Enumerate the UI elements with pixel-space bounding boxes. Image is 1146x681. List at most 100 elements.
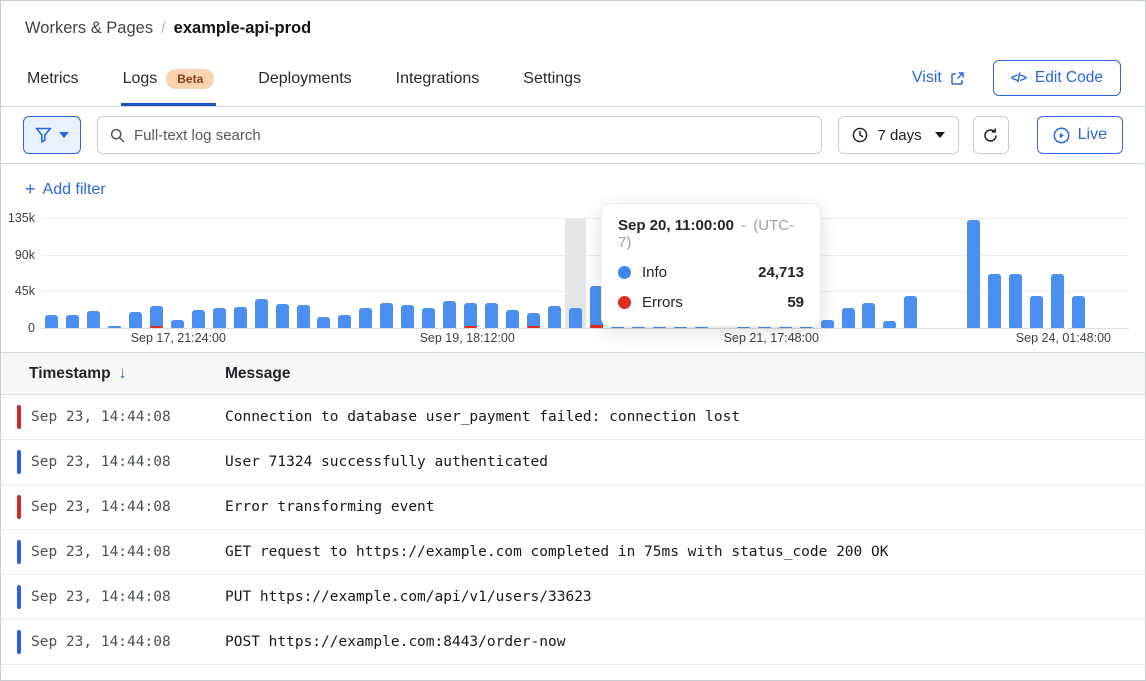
log-table-header: Timestamp ↓ Message <box>1 353 1145 395</box>
chart-bar[interactable] <box>401 305 414 328</box>
y-axis-tick-label: 0 <box>1 321 35 335</box>
chart-bar[interactable] <box>464 303 477 328</box>
live-button[interactable]: Live <box>1037 116 1123 154</box>
chart-bar[interactable] <box>883 321 896 328</box>
visit-link[interactable]: Visit <box>912 69 965 87</box>
chart-bar[interactable] <box>317 317 330 328</box>
chart-bar[interactable] <box>171 320 184 328</box>
log-row[interactable]: Sep 23, 14:44:08User 71324 successfully … <box>1 440 1145 485</box>
log-timestamp: Sep 23, 14:44:08 <box>21 409 225 425</box>
chart-bar[interactable] <box>485 303 498 328</box>
log-row[interactable]: Sep 23, 14:44:08GET request to https://e… <box>1 530 1145 575</box>
chart-bar[interactable] <box>234 307 247 328</box>
log-message: User 71324 successfully authenticated <box>225 454 548 470</box>
chart-bar[interactable] <box>506 310 519 328</box>
chart-bar[interactable] <box>87 311 100 328</box>
log-message: POST https://example.com:8443/order-now <box>225 634 565 650</box>
chart-bar[interactable] <box>108 326 121 328</box>
chart-bar[interactable] <box>569 308 582 328</box>
chart-bar-error-segment <box>464 326 477 328</box>
log-timestamp: Sep 23, 14:44:08 <box>21 454 225 470</box>
chart-bar[interactable] <box>1072 296 1085 328</box>
x-axis-tick-label: Sep 24, 01:48:00 <box>1016 331 1111 345</box>
add-filter-button[interactable]: + Add filter <box>25 179 106 200</box>
log-volume-chart: Sep 17, 21:24:00Sep 19, 18:12:00Sep 21, … <box>1 210 1145 352</box>
chart-bar[interactable] <box>66 315 79 328</box>
chart-bar[interactable] <box>213 308 226 328</box>
chart-y-axis <box>1 218 35 328</box>
chart-bar[interactable] <box>276 304 289 328</box>
breadcrumb: Workers & Pages / example-api-prod <box>25 19 1121 38</box>
chart-bar[interactable] <box>1051 274 1064 328</box>
tooltip-title: Sep 20, 11:00:00 - (UTC-7) <box>618 217 804 251</box>
info-dot-icon <box>618 266 631 279</box>
log-search-box <box>97 116 822 154</box>
chart-bar[interactable] <box>821 320 834 328</box>
log-timestamp: Sep 23, 14:44:08 <box>21 544 225 560</box>
column-header-timestamp[interactable]: Timestamp ↓ <box>1 365 225 383</box>
chart-bar[interactable] <box>548 306 561 328</box>
log-row[interactable]: Sep 23, 14:44:08Error transforming event <box>1 485 1145 530</box>
filter-funnel-icon <box>35 127 52 143</box>
search-icon <box>110 128 125 143</box>
tooltip-row-errors: Errors 59 <box>618 294 804 311</box>
log-table: Timestamp ↓ Message Sep 23, 14:44:08Conn… <box>1 352 1145 665</box>
chart-bar[interactable] <box>338 315 351 328</box>
refresh-icon <box>982 127 999 144</box>
log-timestamp: Sep 23, 14:44:08 <box>21 634 225 650</box>
log-message: PUT https://example.com/api/v1/users/336… <box>225 589 592 605</box>
edit-code-button[interactable]: </> Edit Code <box>993 60 1121 96</box>
log-message: GET request to https://example.com compl… <box>225 544 888 560</box>
log-row[interactable]: Sep 23, 14:44:08PUT https://example.com/… <box>1 575 1145 620</box>
tab-integrations[interactable]: Integrations <box>394 65 482 106</box>
refresh-button[interactable] <box>973 116 1009 154</box>
time-range-value: 7 days <box>877 127 921 144</box>
chart-gridline <box>41 328 1129 329</box>
chart-bar[interactable] <box>129 312 142 328</box>
chart-bar[interactable] <box>527 313 540 328</box>
chart-bar[interactable] <box>359 308 372 328</box>
filter-dropdown-button[interactable] <box>23 116 81 154</box>
breadcrumb-section[interactable]: Workers & Pages <box>25 19 153 38</box>
chart-bar[interactable] <box>1030 296 1043 328</box>
chart-tooltip: Sep 20, 11:00:00 - (UTC-7) Info 24,713 E… <box>601 203 821 327</box>
filter-bar: 7 days Live <box>1 107 1145 164</box>
tab-settings[interactable]: Settings <box>521 65 583 106</box>
chart-bar[interactable] <box>904 296 917 328</box>
errors-dot-icon <box>618 296 631 309</box>
log-message: Connection to database user_payment fail… <box>225 409 740 425</box>
chart-bar[interactable] <box>45 315 58 328</box>
tooltip-row-info: Info 24,713 <box>618 264 804 281</box>
clock-icon <box>852 127 868 143</box>
chart-bar[interactable] <box>150 306 163 328</box>
chart-bar[interactable] <box>443 301 456 328</box>
log-timestamp: Sep 23, 14:44:08 <box>21 589 225 605</box>
tab-metrics[interactable]: Metrics <box>25 65 81 106</box>
chart-bar[interactable] <box>380 303 393 328</box>
chart-bar-error-segment <box>527 326 540 328</box>
search-input[interactable] <box>134 127 809 144</box>
chevron-down-icon <box>59 132 69 138</box>
chart-bar[interactable] <box>422 308 435 328</box>
tab-logs[interactable]: Logs Beta <box>121 65 217 106</box>
log-message: Error transforming event <box>225 499 435 515</box>
chart-bar-error-segment <box>590 325 603 328</box>
beta-badge: Beta <box>166 69 214 89</box>
y-axis-tick-label: 45k <box>1 284 35 298</box>
log-row[interactable]: Sep 23, 14:44:08POST https://example.com… <box>1 620 1145 665</box>
chart-bar[interactable] <box>988 274 1001 328</box>
tab-deployments[interactable]: Deployments <box>256 65 353 106</box>
chart-bar[interactable] <box>255 299 268 328</box>
chart-bar[interactable] <box>967 220 980 328</box>
chart-bar[interactable] <box>297 305 310 328</box>
y-axis-tick-label: 90k <box>1 248 35 262</box>
tab-bar: Metrics Logs Beta Deployments Integratio… <box>25 65 583 106</box>
time-range-dropdown[interactable]: 7 days <box>838 116 958 154</box>
chart-bar[interactable] <box>842 308 855 328</box>
log-row[interactable]: Sep 23, 14:44:08Connection to database u… <box>1 395 1145 440</box>
chart-bar[interactable] <box>192 310 205 328</box>
chart-bar[interactable] <box>1009 274 1022 328</box>
play-circle-icon <box>1053 127 1070 144</box>
plus-icon: + <box>25 179 36 200</box>
chart-bar[interactable] <box>862 303 875 328</box>
